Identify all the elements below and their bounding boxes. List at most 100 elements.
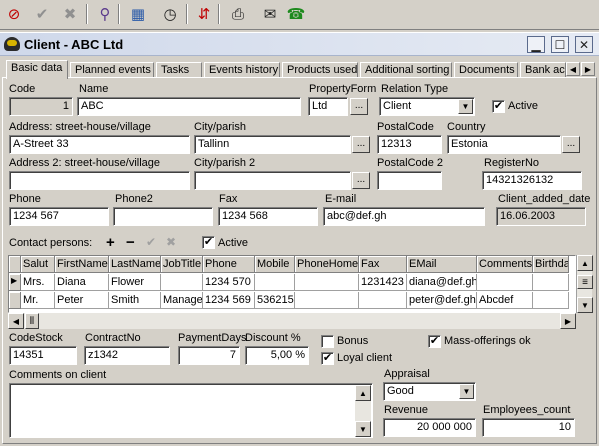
table-cell[interactable] xyxy=(533,292,569,309)
mass-offerings-checkbox[interactable]: ✔ xyxy=(428,335,441,348)
table-cell[interactable] xyxy=(533,274,569,291)
calendar-icon[interactable]: ▦ xyxy=(126,3,150,25)
scroll-left-icon[interactable]: ◀ xyxy=(8,313,24,329)
column-header[interactable]: FirstName xyxy=(55,256,109,273)
contacts-vertical-scrollbar[interactable]: ▲ ≡ ▼ xyxy=(576,255,593,313)
postal-code2-field[interactable] xyxy=(377,171,442,190)
tab-additional-sorting[interactable]: Additional sorting xyxy=(360,62,452,78)
remove-contact-icon[interactable]: − xyxy=(126,234,135,251)
city-field[interactable]: Tallinn xyxy=(194,135,351,154)
minimize-button[interactable]: ▁ xyxy=(527,36,545,53)
code-field[interactable]: 1 xyxy=(9,97,73,116)
contract-no-field[interactable]: z1342 xyxy=(84,346,170,365)
tab-scroll-left-icon[interactable]: ◀ xyxy=(566,62,580,76)
delete-icon[interactable]: ⊘ xyxy=(2,3,26,25)
hscroll-thumb[interactable]: ⦀ xyxy=(25,313,39,329)
payment-days-field[interactable]: 7 xyxy=(178,346,240,365)
register-no-field[interactable]: 14321326132 xyxy=(482,171,582,190)
column-header[interactable]: Fax xyxy=(359,256,407,273)
employees-count-field[interactable]: 10 xyxy=(482,418,575,437)
table-cell[interactable] xyxy=(295,292,359,309)
scroll-thumb[interactable]: ≡ xyxy=(577,275,593,289)
comments-scroll-up-icon[interactable]: ▲ xyxy=(355,385,371,401)
confirm-contact-icon[interactable]: ✔ xyxy=(146,235,156,249)
comments-scroll-down-icon[interactable]: ▼ xyxy=(355,421,371,437)
table-cell[interactable] xyxy=(255,274,295,291)
table-cell[interactable]: 1231423 xyxy=(359,274,407,291)
postal-code-field[interactable]: 12313 xyxy=(377,135,442,154)
active-checkbox[interactable]: ✔ xyxy=(492,100,505,113)
table-cell[interactable]: 1234 569 xyxy=(203,292,255,309)
table-cell[interactable] xyxy=(359,292,407,309)
relation-type-select[interactable]: Client ▼ xyxy=(379,97,475,116)
chevron-down-icon[interactable]: ▼ xyxy=(458,99,473,114)
column-header[interactable]: JobTitle xyxy=(161,256,203,273)
phone-icon[interactable]: ☎ xyxy=(284,3,308,25)
tab-products-used[interactable]: Products used xyxy=(282,62,358,78)
city2-field[interactable] xyxy=(194,171,351,190)
filter-icon[interactable]: ⚲ xyxy=(93,3,117,25)
country-lookup-button[interactable]: ... xyxy=(562,136,580,153)
table-cell[interactable]: Mrs. xyxy=(21,274,55,291)
table-cell[interactable]: 536215 xyxy=(255,292,295,309)
contacts-horizontal-scrollbar[interactable]: ◀ ⦀ ▶ xyxy=(8,313,576,329)
maximize-button[interactable]: ☐ xyxy=(551,36,569,53)
table-cell[interactable]: Diana xyxy=(55,274,109,291)
email-icon[interactable]: ✉ xyxy=(258,3,282,25)
table-cell[interactable]: Flower xyxy=(109,274,161,291)
table-cell[interactable] xyxy=(295,274,359,291)
transfer-icon[interactable]: ⇵ xyxy=(192,3,216,25)
table-cell[interactable] xyxy=(161,274,203,291)
table-cell[interactable]: diana@def.gh xyxy=(407,274,477,291)
print-icon[interactable]: ⎙ xyxy=(226,3,250,25)
property-form-lookup-button[interactable]: ... xyxy=(350,98,368,115)
table-cell[interactable]: 1234 570 xyxy=(203,274,255,291)
table-cell[interactable] xyxy=(477,274,533,291)
revenue-field[interactable]: 20 000 000 xyxy=(383,418,476,437)
city2-lookup-button[interactable]: ... xyxy=(352,172,370,189)
confirm-icon[interactable]: ✔ xyxy=(30,3,54,25)
scroll-up-icon[interactable]: ▲ xyxy=(577,255,593,271)
table-cell[interactable]: Peter xyxy=(55,292,109,309)
table-cell[interactable]: Manage xyxy=(161,292,203,309)
cancel-contact-icon[interactable]: ✖ xyxy=(166,235,176,249)
address2-field[interactable] xyxy=(9,171,190,190)
appraisal-chevron-down-icon[interactable]: ▼ xyxy=(459,384,474,399)
tab-bank-accounts[interactable]: Bank ac xyxy=(520,62,566,78)
close-button[interactable]: ✕ xyxy=(575,36,593,53)
column-header[interactable]: EMail xyxy=(407,256,477,273)
table-cell[interactable]: Mr. xyxy=(21,292,55,309)
phone2-field[interactable] xyxy=(113,207,213,226)
address-field[interactable]: A-Street 33 xyxy=(9,135,190,154)
column-header[interactable]: Comments xyxy=(477,256,533,273)
tab-planned-events[interactable]: Planned events xyxy=(70,62,154,78)
code-stock-field[interactable]: 14351 xyxy=(9,346,77,365)
name-field[interactable]: ABC xyxy=(77,97,301,116)
property-form-field[interactable]: Ltd xyxy=(308,97,348,116)
tab-scroll-right-icon[interactable]: ▶ xyxy=(581,62,595,76)
clock-icon[interactable]: ◷ xyxy=(158,3,182,25)
table-cell[interactable]: Abcdef xyxy=(477,292,533,309)
phone-field[interactable]: 1234 567 xyxy=(9,207,109,226)
country-field[interactable]: Estonia xyxy=(447,135,561,154)
column-header[interactable]: LastName xyxy=(109,256,161,273)
appraisal-select[interactable]: Good ▼ xyxy=(383,382,476,401)
add-contact-icon[interactable]: + xyxy=(106,234,115,251)
tab-basic-data[interactable]: Basic data xyxy=(6,60,68,79)
email-field[interactable]: abc@def.gh xyxy=(323,207,485,226)
tab-documents[interactable]: Documents xyxy=(454,62,518,78)
column-header[interactable]: Phone xyxy=(203,256,255,273)
table-cell[interactable]: peter@def.gh xyxy=(407,292,477,309)
tab-tasks[interactable]: Tasks xyxy=(156,62,202,78)
scroll-down-icon[interactable]: ▼ xyxy=(577,297,593,313)
cancel-icon[interactable]: ✖ xyxy=(58,3,82,25)
loyal-client-checkbox[interactable]: ✔ xyxy=(321,352,334,365)
fax-field[interactable]: 1234 568 xyxy=(218,207,318,226)
comments-field[interactable]: ▲ ▼ xyxy=(9,383,373,438)
bonus-checkbox[interactable] xyxy=(321,335,334,348)
city-lookup-button[interactable]: ... xyxy=(352,136,370,153)
tab-events-history[interactable]: Events history xyxy=(204,62,280,78)
contacts-active-checkbox[interactable]: ✔ xyxy=(202,236,215,249)
table-cell[interactable]: Smith xyxy=(109,292,161,309)
column-header[interactable]: Salut xyxy=(21,256,55,273)
